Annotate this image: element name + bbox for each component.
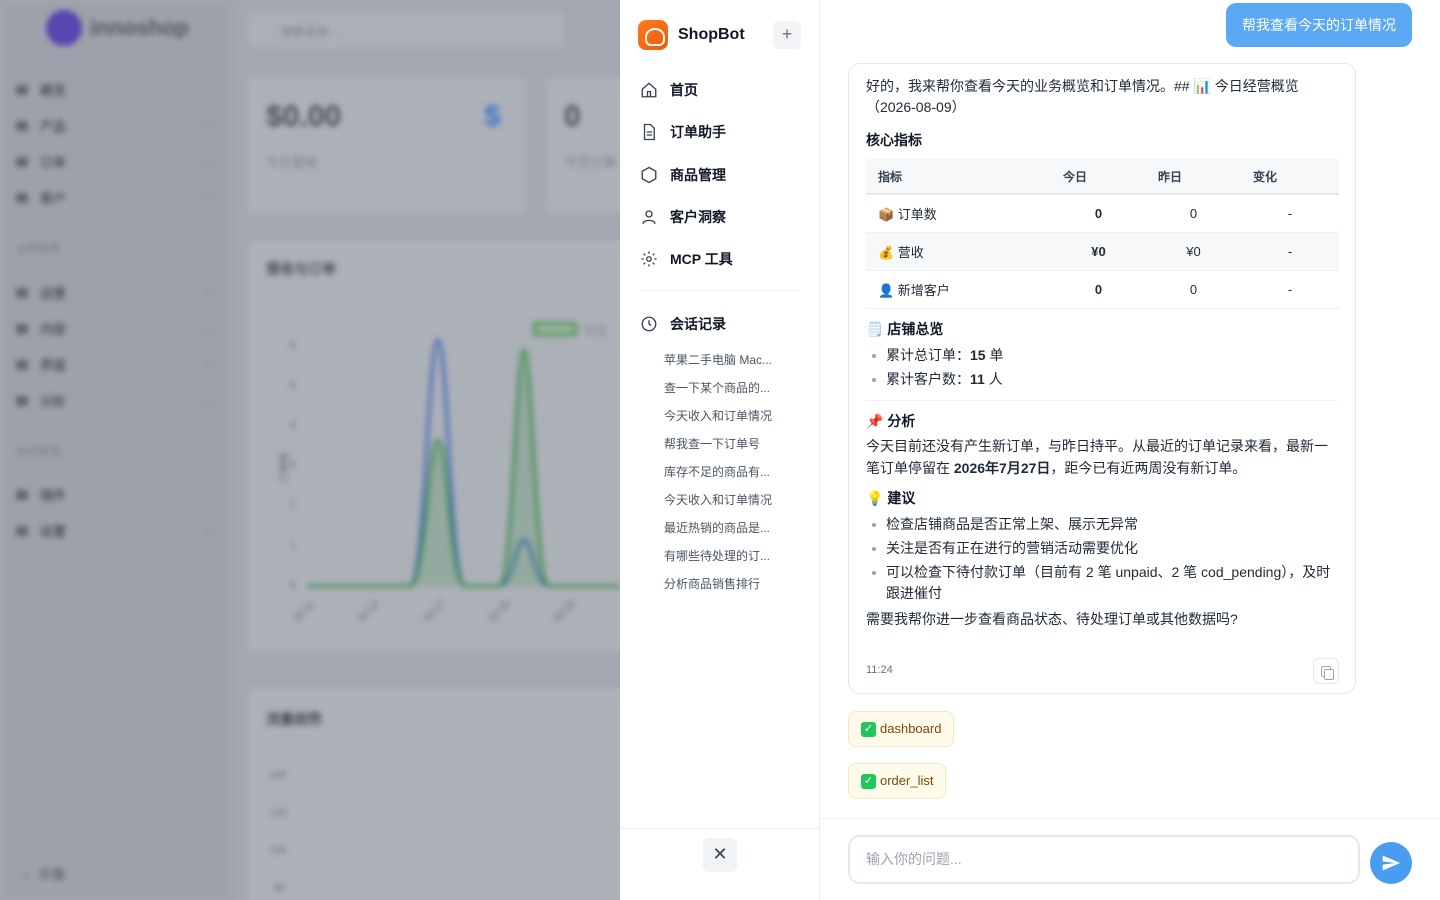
history-title: 会话记录 — [670, 316, 726, 332]
analysis-post: ，距今已有近两周没有新订单。 — [1050, 459, 1247, 476]
copy-icon[interactable] — [1313, 658, 1339, 684]
list-item: 关注是否有正在进行的营销活动需要优化 — [866, 538, 1338, 559]
table-header: 指标 — [866, 159, 1051, 195]
nav-label: 首页 — [670, 82, 698, 98]
nav-order-assistant[interactable]: 订单助手 — [640, 119, 800, 145]
document-icon — [643, 123, 655, 141]
check-icon: ✓ — [861, 773, 876, 789]
sidebar-divider — [640, 290, 800, 291]
history-item[interactable]: 库存不足的商品有... — [664, 463, 780, 480]
user-message: 帮我查看今天的订单情况 — [1226, 3, 1412, 47]
tool-name: order_list — [880, 773, 934, 788]
ai-intro: 好的，我来帮你查看今天的业务概览和订单情况。## 📊 今日经营概览（2026-0… — [866, 78, 1299, 115]
history-item[interactable]: 帮我查一下订单号 — [664, 435, 780, 452]
history-item[interactable]: 苹果二手电脑 Mac... — [664, 351, 780, 368]
history-item[interactable]: 有哪些待处理的订... — [664, 547, 780, 564]
tool-name: dashboard — [880, 721, 942, 736]
item-value: 11 — [970, 370, 985, 387]
send-button[interactable] — [1370, 842, 1412, 884]
table-cell: 📦 订单数 — [866, 194, 1051, 233]
nav-label: 商品管理 — [670, 167, 726, 183]
modal-overlay[interactable] — [0, 0, 620, 900]
item-label: 累计总订单： — [886, 346, 970, 363]
analysis-text: 今天目前还没有产生新订单，与昨日持平。从最近的订单记录来看，最新一笔订单停留在 … — [866, 435, 1338, 479]
analysis-date: 2026年7月27日 — [953, 459, 1051, 476]
close-button[interactable]: ✕ — [703, 838, 737, 872]
store-list: 累计总订单：15 单 累计客户数：11 人 — [866, 345, 1338, 390]
analysis-title: 📌 分析 — [866, 412, 916, 429]
list-item: 累计客户数：11 人 — [866, 369, 1338, 390]
item-label: 累计客户数： — [886, 370, 970, 387]
shopbot-panel: ShopBot + 首页 订单助手 商品管理 客户洞察 MCP 工具 会话记录 … — [620, 0, 1440, 900]
sidebar-footer-divider — [620, 828, 820, 829]
table-cell: 0 — [1051, 270, 1146, 309]
nav-customers[interactable]: 客户洞察 — [640, 204, 800, 230]
table-cell: ¥0 — [1051, 232, 1146, 271]
history-item[interactable]: 分析商品销售排行 — [664, 575, 780, 592]
user-icon — [642, 210, 656, 224]
gear-icon — [641, 251, 657, 267]
table-cell: 0 — [1146, 194, 1241, 233]
list-item: 可以检查下待付款订单（目前有 2 笔 unpaid、2 笔 cod_pendin… — [866, 562, 1338, 604]
table-row: 👤 新增客户 0 0 - — [866, 270, 1339, 309]
table-cell: - — [1241, 232, 1339, 271]
history-item[interactable]: 最近热销的商品是... — [664, 519, 780, 536]
table-header: 今日 — [1051, 159, 1146, 195]
history-header: 会话记录 — [640, 311, 800, 337]
send-icon — [1382, 855, 1401, 871]
table-cell: - — [1241, 270, 1339, 309]
nav-home[interactable]: 首页 — [640, 77, 800, 103]
metrics-title: 核心指标 — [866, 132, 922, 148]
tool-tag-order-list[interactable]: ✓ order_list — [848, 763, 947, 799]
nav-label: MCP 工具 — [670, 251, 733, 267]
table-cell: 💰 营收 — [866, 232, 1051, 271]
history-item[interactable]: 查一下某个商品的... — [664, 379, 780, 396]
clock-icon — [641, 316, 657, 332]
table-cell: - — [1241, 194, 1339, 233]
nav-label: 客户洞察 — [670, 209, 726, 225]
table-cell: 0 — [1146, 270, 1241, 309]
list-item: 检查店铺商品是否正常上架、展示无异常 — [866, 514, 1338, 535]
table-cell: 0 — [1051, 194, 1146, 233]
message-input[interactable]: 输入你的问题... — [848, 835, 1360, 884]
item-value: 15 — [970, 346, 986, 363]
section-divider — [866, 399, 1338, 401]
chat-sidebar: ShopBot + 首页 订单助手 商品管理 客户洞察 MCP 工具 会话记录 … — [620, 0, 820, 900]
table-cell: 👤 新增客户 — [866, 270, 1051, 309]
history-item[interactable]: 今天收入和订单情况 — [664, 407, 780, 424]
tool-tag-dashboard[interactable]: ✓ dashboard — [848, 711, 955, 747]
brand: ShopBot — [638, 20, 745, 50]
item-unit: 人 — [984, 370, 1003, 387]
table-row: 📦 订单数 0 0 - — [866, 194, 1339, 233]
check-icon: ✓ — [861, 721, 876, 737]
table-header-row: 指标 今日 昨日 变化 — [866, 159, 1339, 195]
store-title: 🗒️ 店铺总览 — [866, 320, 944, 337]
item-unit: 单 — [985, 346, 1004, 363]
home-icon — [641, 82, 657, 98]
nav-label: 订单助手 — [670, 124, 726, 140]
new-chat-button[interactable]: + — [773, 21, 801, 49]
metrics-table: 指标 今日 昨日 变化 📦 订单数 0 0 - 💰 营收 ¥0 ¥0 - 👤 新… — [866, 159, 1339, 309]
composer-divider — [820, 818, 1440, 819]
table-row: 💰 营收 ¥0 ¥0 - — [866, 232, 1339, 271]
history-item[interactable]: 今天收入和订单情况 — [664, 491, 780, 508]
table-header: 昨日 — [1146, 159, 1241, 195]
table-cell: ¥0 — [1146, 232, 1241, 271]
suggest-title: 💡 建议 — [866, 489, 916, 506]
list-item: 累计总订单：15 单 — [866, 345, 1338, 366]
hexagon-icon — [641, 166, 657, 184]
closing-text: 需要我帮你进一步查看商品状态、待处理订单或其他数据吗? — [866, 610, 1238, 627]
chat-main: 帮我查看今天的订单情况 好的，我来帮你查看今天的业务概览和订单情况。## 📊 今… — [820, 0, 1440, 900]
message-time: 11:24 — [866, 664, 893, 676]
robot-icon — [638, 20, 668, 50]
suggest-list: 检查店铺商品是否正常上架、展示无异常 关注是否有正在进行的营销活动需要优化 可以… — [866, 514, 1338, 604]
nav-products[interactable]: 商品管理 — [640, 162, 800, 188]
table-header: 变化 — [1241, 159, 1339, 195]
nav-mcp-tools[interactable]: MCP 工具 — [640, 246, 800, 272]
background-app: innoshop 搜索菜单... 概览 产品 ⌄ 订单 ⌄ 客户 ⌄ 运营管理 运营 ⌄… — [0, 0, 620, 900]
ai-message: 好的，我来帮你查看今天的业务概览和订单情况。## 📊 今日经营概览（2026-0… — [848, 63, 1356, 694]
brand-name: ShopBot — [678, 26, 745, 43]
